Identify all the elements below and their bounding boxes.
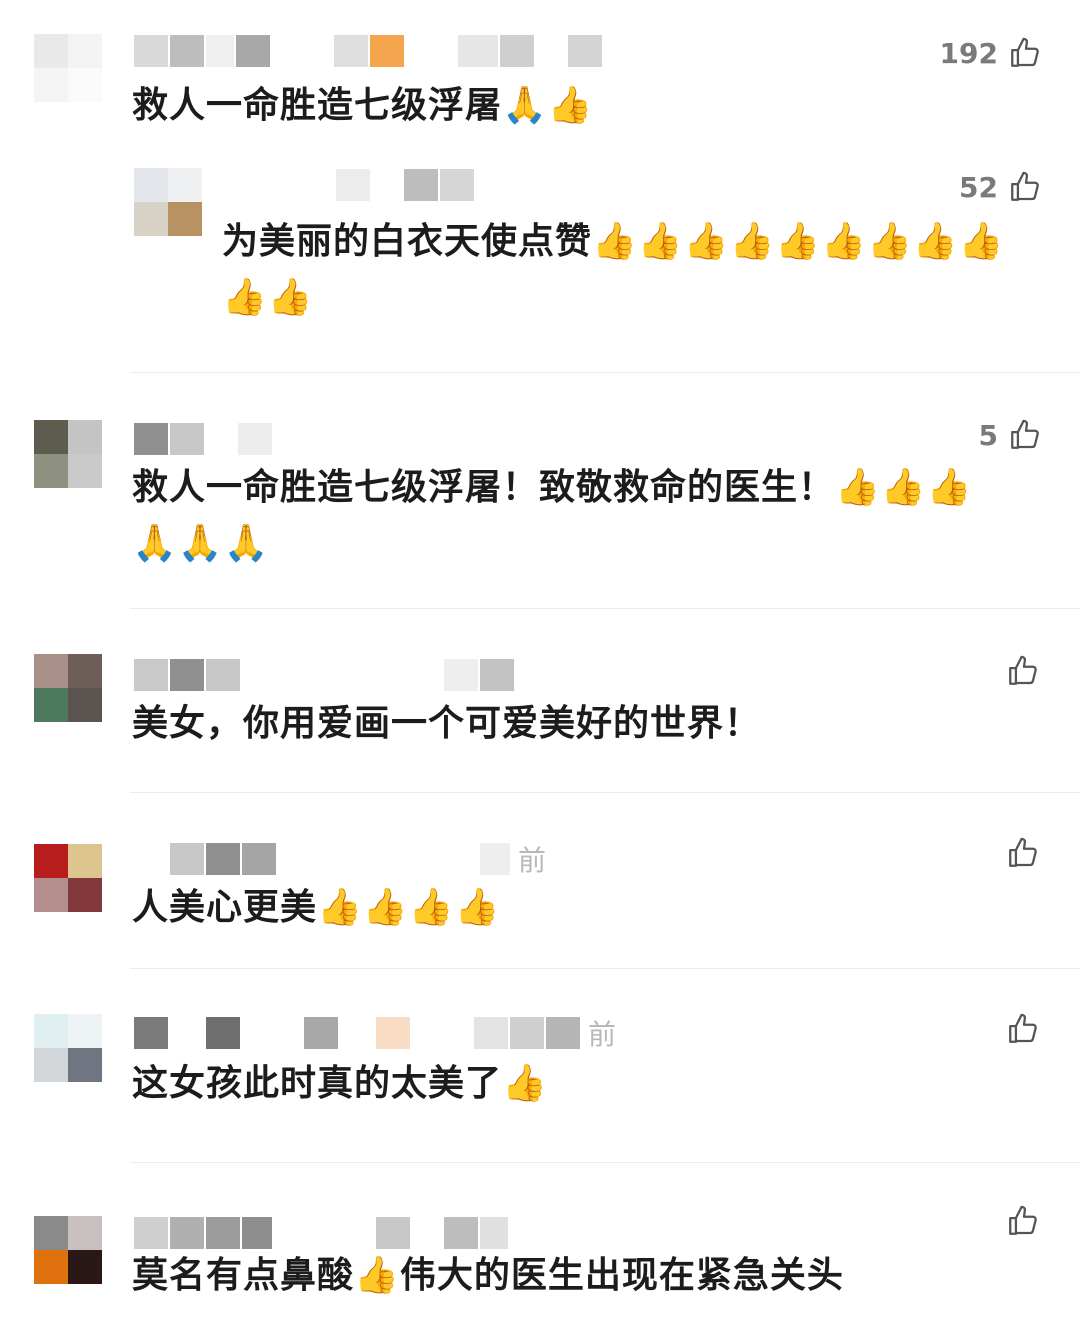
divider <box>130 1162 1080 1163</box>
like-button[interactable]: 5 <box>979 418 1042 452</box>
thumbs-up-icon <box>1008 170 1042 204</box>
like-count: 52 <box>959 170 998 204</box>
like-button[interactable]: 192 <box>940 36 1042 70</box>
avatar[interactable] <box>34 1014 102 1082</box>
thumbs-up-icon <box>1006 1012 1040 1046</box>
comment-text: 人美心更美👍👍👍👍 <box>132 887 501 928</box>
divider <box>130 372 1080 373</box>
comment-text: 这女孩此时真的太美了👍 <box>132 1063 548 1104</box>
comment-text: 莫名有点鼻酸👍伟大的医生出现在紧急关头 <box>132 1255 844 1296</box>
divider <box>130 608 1080 609</box>
timestamp: 前 <box>518 844 547 877</box>
thumbs-up-icon <box>1008 418 1042 452</box>
thumbs-up-icon <box>1006 1204 1040 1238</box>
reply-text: 为美丽的白衣天使点赞👍👍👍👍👍👍👍👍👍 👍👍 <box>222 221 1005 318</box>
username-blurred[interactable] <box>134 34 604 68</box>
like-button[interactable] <box>996 1012 1040 1046</box>
comment-text: 救人一命胜造七级浮屠🙏👍 <box>132 85 594 126</box>
divider <box>130 792 1080 793</box>
comment-text: 美女，你用爱画一个可爱美好的世界！ <box>132 703 762 744</box>
reply-avatar[interactable] <box>134 168 202 236</box>
reply-username-blurred[interactable] <box>336 168 476 202</box>
divider <box>130 968 1080 969</box>
comment-text: 救人一命胜造七级浮屠！致敬救命的医生！👍👍👍 🙏🙏🙏 <box>132 467 973 564</box>
username-blurred[interactable] <box>134 658 516 692</box>
username-blurred[interactable] <box>134 422 274 456</box>
like-button[interactable] <box>996 1204 1040 1238</box>
like-count: 192 <box>939 36 998 70</box>
avatar[interactable] <box>34 34 102 102</box>
thumbs-up-icon <box>1006 654 1040 688</box>
like-count: 5 <box>978 418 998 452</box>
reply-like-button[interactable]: 52 <box>959 170 1042 204</box>
username-blurred[interactable]: 前 <box>134 1016 617 1051</box>
avatar[interactable] <box>34 420 102 488</box>
thumbs-up-icon <box>1008 36 1042 70</box>
avatar[interactable] <box>34 1216 102 1284</box>
avatar[interactable] <box>34 654 102 722</box>
thumbs-up-icon <box>1006 836 1040 870</box>
like-button[interactable] <box>996 654 1040 688</box>
username-blurred[interactable] <box>134 1216 510 1250</box>
username-blurred[interactable]: 前 <box>134 842 547 877</box>
timestamp: 前 <box>588 1018 617 1051</box>
like-button[interactable] <box>996 836 1040 870</box>
avatar[interactable] <box>34 844 102 912</box>
